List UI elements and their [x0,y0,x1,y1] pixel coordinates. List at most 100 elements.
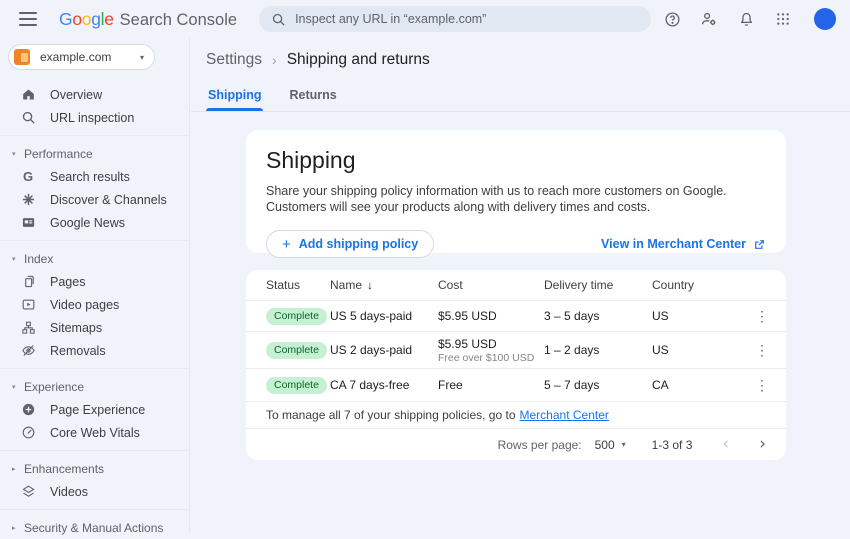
policy-delivery-time: 1 – 2 days [544,343,652,357]
gauge-icon [20,425,36,441]
shipping-card-title: Shipping [266,147,766,174]
row-menu-kebab-icon[interactable]: ⋮ [750,304,774,328]
sidebar-item-videos[interactable]: Videos [0,480,189,503]
chevron-down-icon: ▾ [140,53,144,62]
sidebar-item-pages[interactable]: Pages [0,270,189,293]
sidebar-section-enhancements[interactable]: ▸ Enhancements [0,457,189,480]
sidebar-item-google-news[interactable]: Google News [0,211,189,234]
property-label: example.com [40,50,140,64]
notifications-bell-icon[interactable] [734,7,758,31]
news-icon [20,215,36,231]
chevron-collapsed-icon: ▸ [12,524,22,532]
status-badge: Complete [266,377,327,394]
breadcrumb-separator: › [272,52,277,68]
search-input[interactable] [295,12,639,26]
pagination-range: 1-3 of 3 [652,438,693,452]
add-shipping-policy-button[interactable]: + Add shipping policy [266,230,434,258]
table-footer-note: To manage all 7 of your shipping policie… [246,401,786,428]
view-in-merchant-center-link[interactable]: View in Merchant Center [601,237,766,251]
row-menu-kebab-icon[interactable]: ⋮ [750,338,774,362]
sidebar-divider [0,368,189,369]
page-title: Shipping and returns [287,51,430,69]
sparkle-icon [20,192,36,208]
sidebar-section-index[interactable]: ▾ Index [0,247,189,270]
breadcrumb-settings[interactable]: Settings [206,51,262,69]
previous-page-icon[interactable]: ‹ [722,436,729,453]
rows-per-page-label: Rows per page: [498,438,582,452]
property-selector[interactable]: example.com ▾ [8,44,155,70]
google-apps-grid-icon[interactable] [771,7,795,31]
sidebar-item-discover-channels[interactable]: Discover & Channels [0,188,189,211]
property-icon [14,49,30,65]
top-app-bar: Google Search Console [0,0,850,38]
status-badge: Complete [266,342,327,359]
home-icon [20,87,36,103]
policy-name: CA 7 days-free [330,378,438,392]
pages-icon [20,274,36,290]
url-inspect-search-bar[interactable] [259,6,651,32]
policy-name: US 2 days-paid [330,343,438,357]
column-header-delivery-time: Delivery time [544,278,652,292]
user-settings-icon[interactable] [697,7,721,31]
main-content: Settings › Shipping and returns Shipping… [191,38,850,532]
policy-country: US [652,343,734,357]
policy-cost: $5.95 USD [438,309,544,323]
google-search-console-logo: Google Search Console [59,9,237,30]
shipping-policies-table: Status Name ↓ Cost Delivery time Country… [246,270,786,460]
sidebar-item-core-web-vitals[interactable]: Core Web Vitals [0,421,189,444]
sidebar-divider [0,509,189,510]
pagination-bar: Rows per page: 500 ▾ 1-3 of 3 ‹ › [246,428,786,460]
video-page-icon [20,297,36,313]
policy-cost: Free [438,378,544,392]
navigation-sidebar: example.com ▾ Overview URL inspection ▾ … [0,38,190,532]
eye-off-icon [20,343,36,359]
next-page-icon[interactable]: › [759,436,766,453]
sidebar-section-performance[interactable]: ▾ Performance [0,142,189,165]
policy-cost-note: Free over $100 USD [438,352,544,364]
sidebar-section-security-manual-actions[interactable]: ▸ Security & Manual Actions [0,516,189,539]
policy-delivery-time: 3 – 5 days [544,309,652,323]
sidebar-item-search-results[interactable]: G Search results [0,165,189,188]
tab-returns[interactable]: Returns [287,82,338,111]
sidebar-divider [0,240,189,241]
sidebar-divider [0,135,189,136]
row-menu-kebab-icon[interactable]: ⋮ [750,373,774,397]
policy-country: CA [652,378,734,392]
status-badge: Complete [266,308,327,325]
sidebar-item-sitemaps[interactable]: Sitemaps [0,316,189,339]
google-g-icon: G [20,169,36,185]
shipping-intro-card: Shipping Share your shipping policy info… [246,130,786,253]
shipping-card-description: Share your shipping policy information w… [266,183,766,215]
help-icon[interactable] [660,7,684,31]
sidebar-item-url-inspection[interactable]: URL inspection [0,106,189,129]
tab-shipping[interactable]: Shipping [206,82,263,111]
breadcrumb: Settings › Shipping and returns [191,38,850,69]
external-link-icon [753,238,766,251]
table-header-row: Status Name ↓ Cost Delivery time Country [246,270,786,300]
product-name: Search Console [120,11,237,30]
account-avatar[interactable] [814,8,836,30]
search-icon [271,12,286,27]
menu-icon[interactable] [19,12,37,26]
sidebar-item-video-pages[interactable]: Video pages [0,293,189,316]
policy-delivery-time: 5 – 7 days [544,378,652,392]
column-header-country: Country [652,278,734,292]
circle-plus-icon [20,402,36,418]
rows-per-page-select[interactable]: 500 ▾ [595,438,626,452]
search-icon [20,110,36,126]
policy-country: US [652,309,734,323]
policy-name: US 5 days-paid [330,309,438,323]
chevron-expanded-icon: ▾ [12,150,22,158]
chevron-collapsed-icon: ▸ [12,465,22,473]
google-logo: Google [59,9,114,30]
merchant-center-link[interactable]: Merchant Center [520,408,609,422]
table-row: Complete US 2 days-paid $5.95 USD Free o… [246,331,786,368]
sidebar-item-page-experience[interactable]: Page Experience [0,398,189,421]
sidebar-item-overview[interactable]: Overview [0,83,189,106]
sidebar-section-experience[interactable]: ▾ Experience [0,375,189,398]
table-row: Complete CA 7 days-free Free 5 – 7 days … [246,368,786,401]
sidebar-item-removals[interactable]: Removals [0,339,189,362]
column-header-name[interactable]: Name ↓ [330,278,438,292]
sidebar-divider [0,450,189,451]
tab-bar: Shipping Returns [191,82,850,112]
